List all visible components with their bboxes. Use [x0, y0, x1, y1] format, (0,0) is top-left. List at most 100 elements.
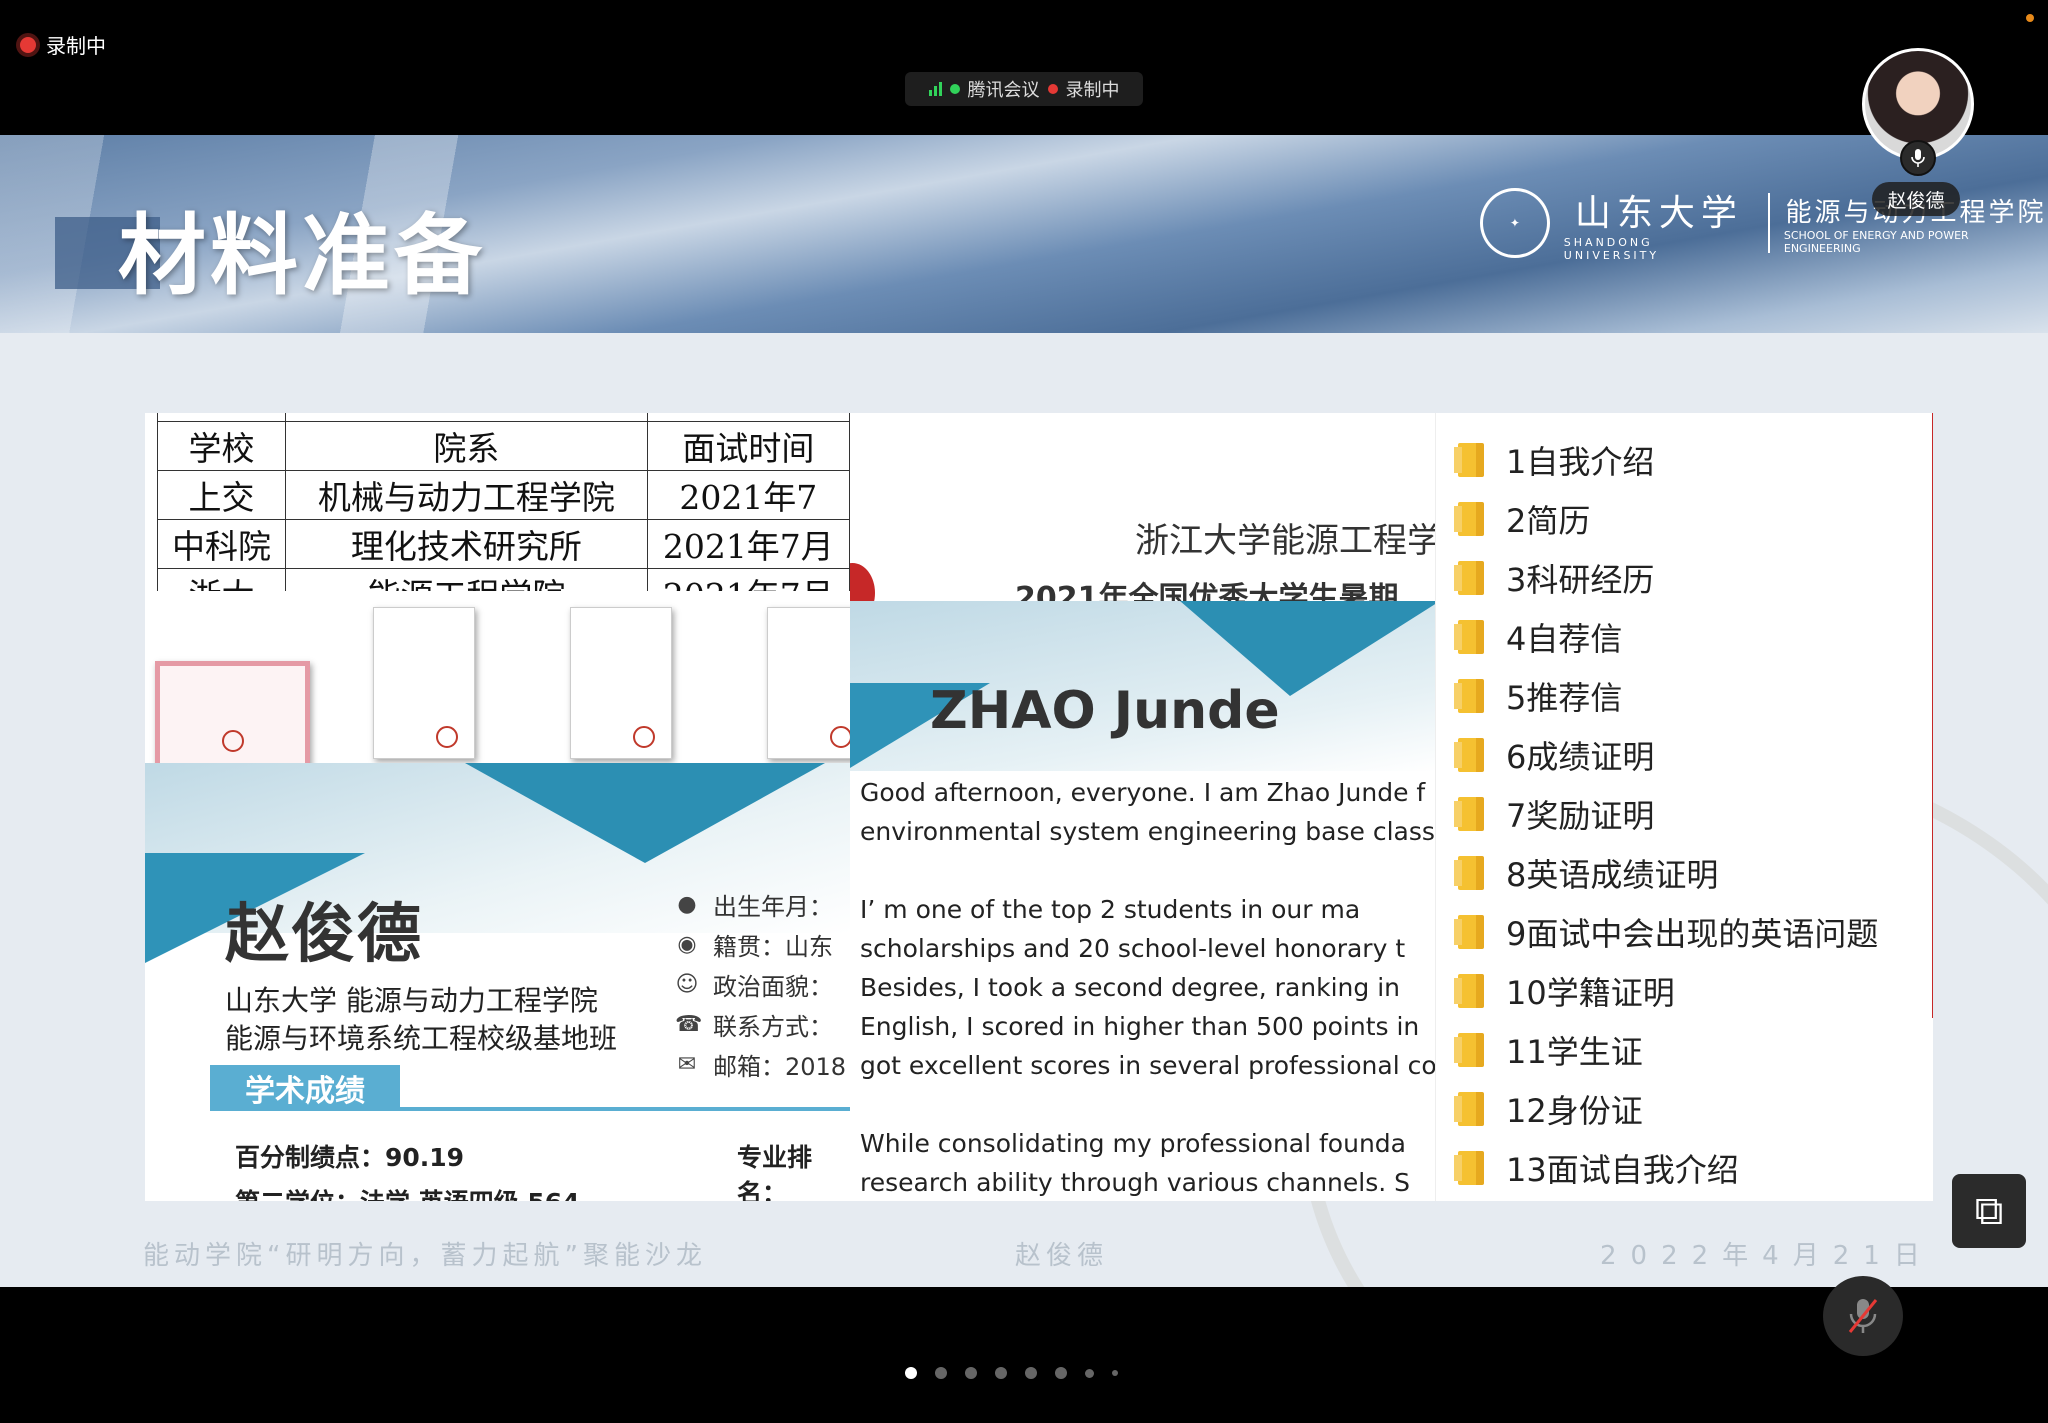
- folder-item: 13面试自我介绍: [1454, 1145, 1739, 1191]
- folder-list: 1自我介绍 2简历 3科研经历 4自荐信 5推荐信 6成绩证明 7奖励证明 8英…: [1435, 413, 1933, 1201]
- paragraph-line: While consolidating my professional foun…: [860, 1129, 1406, 1158]
- column-letter: B: [285, 413, 648, 422]
- table-cell: 学校: [156, 421, 287, 471]
- table-row: 中科院 理化技术研究所 2021年7月: [156, 519, 850, 569]
- folder-icon: [1454, 620, 1484, 654]
- resume-next-line: 第二学位：法学 英语四级 564: [235, 1183, 580, 1201]
- folder-icon: [1454, 443, 1484, 477]
- page-dot[interactable]: [965, 1367, 977, 1379]
- table-cell: 2021年7月: [646, 519, 850, 569]
- paragraph-line: Besides, I took a second degree, ranking…: [860, 973, 1401, 1002]
- meeting-recording-label: 录制中: [1065, 80, 1120, 101]
- materials-collage: A B C 学校 院系 面试时间 上交 机械与动力工程学院 2021年7 中科院…: [145, 413, 1933, 1201]
- recording-indicator: 录制中: [20, 30, 106, 59]
- schedule-table: A B C 学校 院系 面试时间 上交 机械与动力工程学院 2021年7 中科院…: [156, 413, 850, 591]
- info-label: 出生年月：: [713, 893, 833, 921]
- folder-icon: [1454, 1092, 1484, 1126]
- certificate-thumbnail: [155, 661, 310, 771]
- slide-title: 材料准备: [118, 204, 487, 307]
- stamp-icon: [830, 726, 852, 748]
- page-dot[interactable]: [1055, 1367, 1067, 1379]
- folder-item: 7奖励证明: [1454, 791, 1654, 837]
- english-self-introduction: 浙江大学能源工程学 2021年全国优秀大学生暑期 ZHAO Junde Good…: [850, 413, 1440, 1201]
- column-letter: A: [156, 413, 287, 422]
- certificate-thumbnail: [373, 607, 475, 759]
- page-dot[interactable]: [1085, 1368, 1094, 1378]
- section-underline: [400, 1107, 850, 1111]
- table-cell: 面试时间: [646, 421, 850, 471]
- participant-name: 赵俊德: [1872, 182, 1960, 216]
- logo-divider: [1767, 193, 1770, 253]
- signal-bars-icon: [928, 82, 942, 96]
- folder-item: 11学生证: [1454, 1027, 1643, 1073]
- share-screen-icon: ⧉: [1974, 1188, 2004, 1234]
- info-row: ✉ 邮箱：2018: [675, 1047, 846, 1082]
- paragraph-line: environmental system engineering base cl…: [860, 817, 1440, 846]
- folder-icon: [1454, 974, 1484, 1008]
- info-row: ☺ 政治面貌：: [675, 967, 833, 1002]
- table-cell: 机械与动力工程学院: [285, 470, 648, 520]
- folder-item: 9面试中会出现的英语问题: [1454, 909, 1879, 955]
- status-dot-icon: [2026, 14, 2034, 22]
- folder-label: 1自我介绍: [1506, 443, 1655, 481]
- folder-label: 5推荐信: [1506, 679, 1623, 717]
- info-label: 政治面貌：: [713, 973, 833, 1001]
- resume-gpa: 百分制绩点：90.19: [235, 1143, 465, 1172]
- share-screen-button[interactable]: ⧉: [1952, 1174, 2026, 1248]
- record-dot-icon: [1047, 84, 1058, 94]
- page-dot[interactable]: [935, 1367, 947, 1379]
- zju-heading: 浙江大学能源工程学: [1135, 521, 1440, 561]
- location-icon: ◉: [677, 932, 697, 957]
- page-indicator[interactable]: [905, 1367, 1118, 1379]
- recording-label: 录制中: [46, 34, 106, 58]
- mic-icon: [1900, 140, 1936, 176]
- paragraph-line: I’ m one of the top 2 students in our ma: [860, 895, 1361, 924]
- folder-label: 10学籍证明: [1506, 974, 1675, 1012]
- folder-icon: [1454, 738, 1484, 772]
- paragraph-line: research ability through various channel…: [860, 1168, 1411, 1197]
- resume-school: 山东大学 能源与动力工程学院: [225, 984, 598, 1017]
- folder-icon: [1454, 915, 1484, 949]
- stamp-icon: [436, 726, 458, 748]
- stamp-icon: [633, 726, 655, 748]
- table-cell: 浙大: [156, 568, 287, 591]
- folder-item: 8英语成绩证明: [1454, 850, 1718, 896]
- folder-label: 13面试自我介绍: [1506, 1151, 1739, 1189]
- paragraph-line: scholarships and 20 school-level honorar…: [860, 934, 1406, 963]
- folder-item: 3科研经历: [1454, 555, 1655, 601]
- folder-label: 9面试中会出现的英语问题: [1506, 915, 1879, 953]
- info-row: ◉ 籍贯：山东: [675, 927, 833, 962]
- page-dot[interactable]: [1112, 1370, 1118, 1376]
- english-name: ZHAO Junde: [930, 681, 1280, 741]
- folder-icon: [1454, 561, 1484, 595]
- folder-icon: [1454, 856, 1484, 890]
- folder-icon: [1454, 502, 1484, 536]
- network-ok-icon: [949, 84, 960, 94]
- folder-label: 3科研经历: [1506, 561, 1655, 599]
- banner-triangle: [465, 763, 825, 863]
- meeting-app-name: 腾讯会议: [967, 80, 1040, 101]
- meeting-status-pill[interactable]: 腾讯会议 录制中: [905, 72, 1143, 106]
- mute-button[interactable]: [1823, 1276, 1903, 1356]
- resume-name: 赵俊德: [225, 898, 423, 972]
- page-dot[interactable]: [905, 1367, 917, 1379]
- folder-item: 1自我介绍: [1454, 437, 1655, 483]
- folder-label: 12身份证: [1506, 1092, 1643, 1130]
- table-cell: 2021年7: [646, 470, 850, 520]
- folder-label: 11学生证: [1506, 1033, 1643, 1071]
- table-cell: 上交: [156, 470, 287, 520]
- paragraph-line: English, I scored in higher than 500 poi…: [860, 1012, 1420, 1041]
- school-name-en: SCHOOL OF ENERGY AND POWER ENGINEERING: [1783, 228, 1969, 255]
- page-dot[interactable]: [995, 1367, 1007, 1379]
- badge-icon: ☺: [675, 972, 699, 997]
- table-cell: 能源工程学院: [285, 568, 648, 591]
- folder-item: 4自荐信: [1454, 614, 1622, 660]
- table-cell: 院系: [285, 421, 648, 471]
- folder-icon: [1454, 1151, 1484, 1185]
- resume-class: 能源与环境系统工程校级基地班: [225, 1022, 618, 1055]
- page-dot[interactable]: [1025, 1367, 1037, 1379]
- interview-schedule-table: A B C 学校 院系 面试时间 上交 机械与动力工程学院 2021年7 中科院…: [145, 413, 850, 591]
- table-cell: 2021年7月: [646, 568, 850, 591]
- stamp-icon: [222, 730, 244, 752]
- column-letter: C: [646, 413, 850, 422]
